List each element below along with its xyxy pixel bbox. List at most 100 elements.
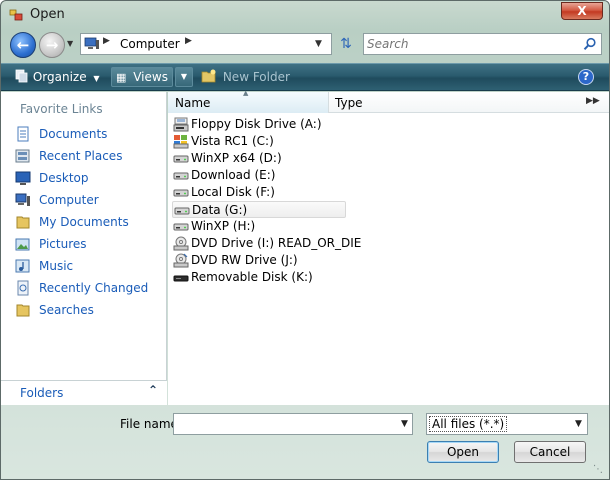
breadcrumb-arrow-icon[interactable]: ▶ — [185, 36, 192, 46]
nav-item-pictures[interactable]: Pictures — [13, 234, 163, 254]
file-label: Vista RC1 (C:) — [191, 134, 274, 148]
search-box[interactable] — [363, 33, 602, 55]
folders-toggle[interactable]: Folders ⌃ — [1, 380, 167, 405]
views-button[interactable]: ▦ Views — [111, 67, 173, 87]
open-button[interactable]: Open — [427, 441, 499, 463]
computer-icon — [15, 193, 30, 206]
list-item[interactable]: Data (G:) — [172, 201, 346, 218]
new-folder-label: New Folder — [222, 70, 290, 84]
nav-item-computer[interactable]: Computer — [13, 190, 163, 210]
search-input[interactable] — [367, 36, 572, 52]
views-label: Views — [133, 70, 168, 84]
computer-icon — [84, 37, 99, 49]
column-name-label: Name — [175, 96, 211, 110]
organize-label: Organize — [32, 70, 87, 84]
dialog-app-icon — [9, 9, 23, 21]
file-label: Download (E:) — [191, 168, 276, 182]
list-item[interactable]: Removable Disk (K:) — [172, 269, 346, 286]
recent-places-icon — [15, 149, 30, 163]
nav-item-recently-changed[interactable]: Recently Changed — [13, 278, 163, 298]
help-button[interactable]: ? — [578, 69, 594, 85]
list-item[interactable]: Download (E:) — [172, 167, 346, 184]
more-columns-icon[interactable]: ▶▶ — [586, 96, 600, 106]
forward-button[interactable]: → — [39, 32, 65, 58]
nav-item-label: Searches — [39, 303, 94, 317]
favorite-links-heading: Favorite Links — [20, 102, 103, 116]
nav-item-music[interactable]: Music — [13, 256, 163, 276]
nav-item-desktop[interactable]: Desktop — [13, 168, 163, 188]
file-label: Local Disk (F:) — [191, 185, 275, 199]
hard-drive-icon — [174, 207, 190, 215]
file-list-pane: ▲ Name Type ▶▶ Floppy Disk Drive (A:) Vi… — [168, 89, 609, 405]
dvd-rw-drive-icon — [173, 253, 189, 268]
list-item[interactable]: Vista RC1 (C:) — [172, 133, 346, 150]
nav-item-label: Pictures — [39, 237, 87, 251]
column-header-type[interactable]: Type — [329, 92, 579, 113]
column-header-name[interactable]: ▲ Name — [168, 89, 329, 113]
breadcrumb-arrow-icon[interactable]: ▶ — [103, 36, 110, 46]
chevron-down-icon: ▼ — [93, 74, 100, 83]
command-toolbar: Organize ▼ ▦ Views ▼ New Folder ? — [1, 63, 609, 91]
removable-disk-icon — [173, 275, 189, 282]
list-item[interactable]: DVD RW Drive (J:) — [172, 252, 346, 269]
new-folder-button[interactable]: New Folder — [201, 64, 290, 90]
views-dropdown-button[interactable]: ▼ — [175, 67, 193, 87]
nav-item-my-documents[interactable]: My Documents — [13, 212, 163, 232]
open-dialog: Open X ← → ▼ ▶ Computer ▶ ▼ ⇅ Organize — [0, 0, 610, 480]
list-item[interactable]: WinXP (H:) — [172, 218, 346, 235]
organize-icon — [15, 69, 28, 83]
nav-item-label: Computer — [39, 193, 99, 207]
close-button[interactable]: X — [561, 2, 603, 20]
breadcrumb-computer[interactable]: Computer — [120, 37, 180, 51]
nav-item-label: Desktop — [39, 171, 89, 185]
nav-item-label: My Documents — [39, 215, 129, 229]
chevron-up-icon: ⌃ — [148, 383, 159, 397]
nav-item-label: Music — [39, 259, 74, 273]
file-label: WinXP (H:) — [191, 219, 256, 233]
nav-item-label: Recent Places — [39, 149, 123, 163]
file-label: DVD RW Drive (J:) — [191, 253, 298, 267]
file-name-combobox[interactable]: ▼ — [173, 413, 413, 435]
back-button[interactable]: ← — [10, 32, 36, 58]
file-type-select[interactable]: All files (*.*) ▼ — [426, 413, 588, 435]
desktop-icon — [15, 171, 31, 185]
chevron-down-icon[interactable]: ▼ — [575, 419, 582, 429]
file-label: DVD Drive (I:) READ_OR_DIE — [191, 236, 362, 250]
cancel-button[interactable]: Cancel — [514, 441, 586, 463]
recently-changed-icon — [17, 280, 29, 296]
file-name-input[interactable] — [177, 416, 387, 432]
hard-drive-icon — [173, 189, 189, 197]
floppy-drive-icon — [173, 117, 189, 132]
column-header-row: ▲ Name Type ▶▶ — [168, 89, 609, 113]
organize-button[interactable]: Organize ▼ — [15, 64, 100, 90]
new-folder-icon — [201, 69, 216, 83]
file-label: Data (G:) — [192, 203, 248, 217]
hard-drive-icon — [173, 172, 189, 180]
file-label: WinXP x64 (D:) — [191, 151, 282, 165]
file-label: Floppy Disk Drive (A:) — [191, 117, 322, 131]
search-icon[interactable] — [583, 37, 597, 51]
system-drive-icon — [173, 135, 189, 149]
address-bar[interactable]: ▶ Computer ▶ ▼ — [80, 33, 332, 55]
nav-item-searches[interactable]: Searches — [13, 300, 163, 320]
music-icon — [15, 259, 30, 273]
folder-icon — [16, 216, 30, 229]
window-title: Open — [30, 7, 65, 22]
address-dropdown-icon[interactable]: ▼ — [315, 39, 322, 49]
hard-drive-icon — [173, 223, 189, 231]
nav-item-documents[interactable]: Documents — [13, 124, 163, 144]
list-item[interactable]: DVD Drive (I:) READ_OR_DIE — [172, 235, 361, 252]
views-icon: ▦ — [116, 71, 127, 84]
list-item[interactable]: Floppy Disk Drive (A:) — [172, 116, 346, 133]
list-item[interactable]: WinXP x64 (D:) — [172, 150, 346, 167]
documents-icon — [17, 126, 29, 142]
resize-grip-icon[interactable]: ⋱ — [593, 464, 603, 475]
chevron-down-icon[interactable]: ▼ — [401, 419, 408, 429]
title-bar: Open X — [1, 1, 609, 29]
nav-item-recent-places[interactable]: Recent Places — [13, 146, 163, 166]
recent-pages-dropdown[interactable]: ▼ — [67, 39, 77, 49]
folder-icon — [16, 304, 30, 317]
navigation-pane: Favorite Links Documents Recent Places D… — [1, 92, 167, 405]
refresh-button[interactable]: ⇅ — [335, 33, 357, 55]
list-item[interactable]: Local Disk (F:) — [172, 184, 346, 201]
